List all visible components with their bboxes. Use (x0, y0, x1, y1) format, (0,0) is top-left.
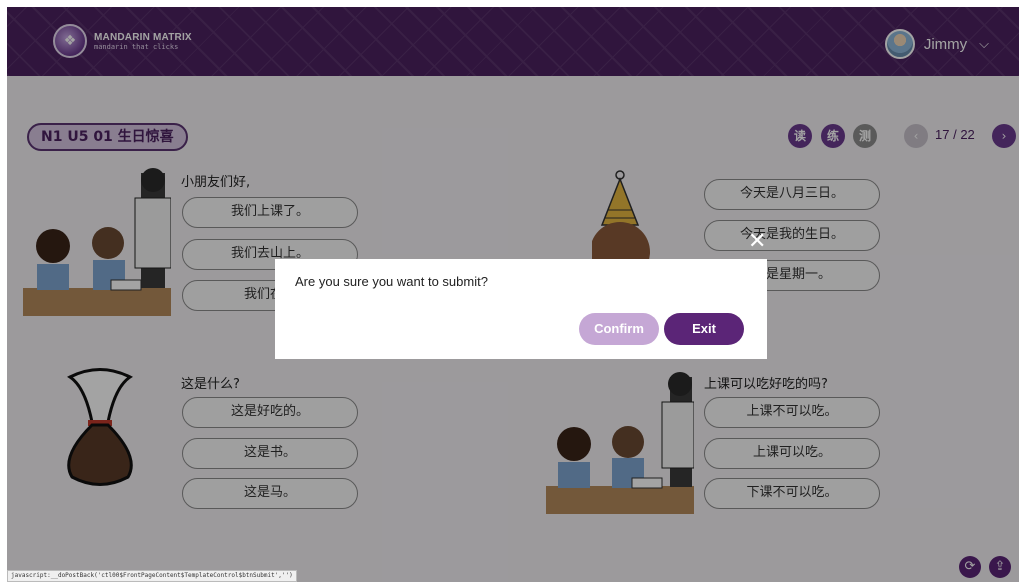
close-icon[interactable]: ✕ (748, 229, 766, 254)
app-frame: ❖ MANDARIN MATRIX mandarin that clicks J… (7, 7, 1019, 582)
exit-button[interactable]: Exit (664, 313, 744, 345)
dialog-message: Are you sure you want to submit? (295, 274, 488, 289)
confirm-button[interactable]: Confirm (579, 313, 659, 345)
submit-dialog: Are you sure you want to submit? Confirm… (275, 259, 767, 359)
status-bar: javascript:__doPostBack('ctl00$FrontPage… (7, 570, 297, 582)
